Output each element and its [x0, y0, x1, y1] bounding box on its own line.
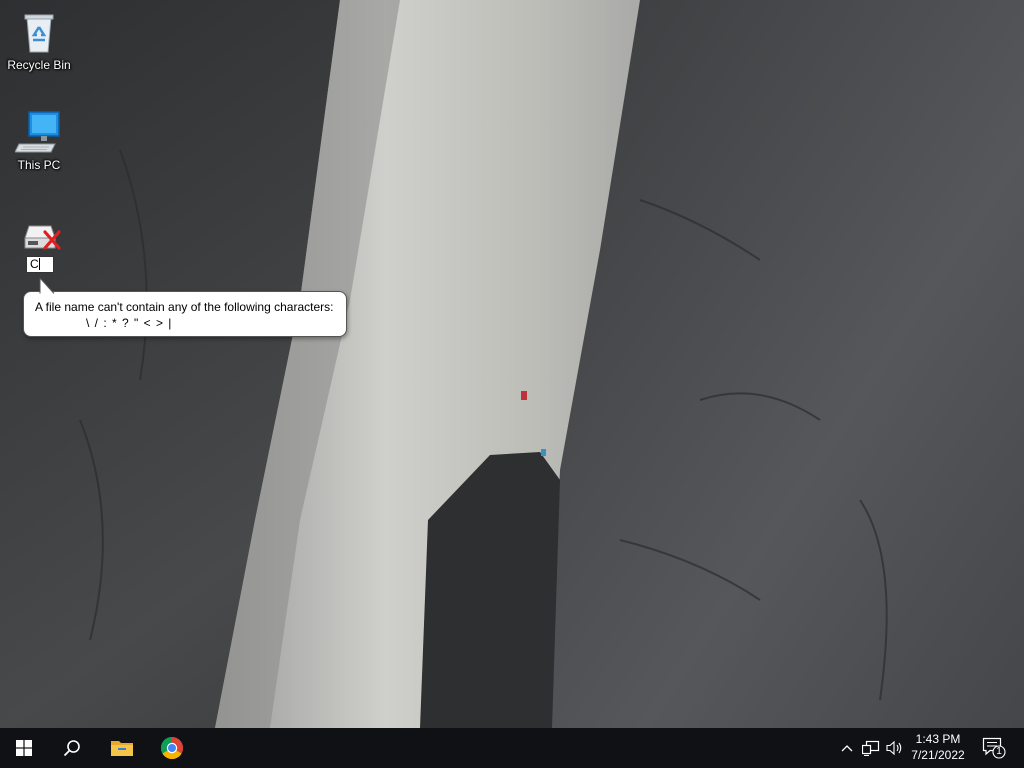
text-caret [38, 258, 40, 270]
desktop-icon-this-pc[interactable]: This PC [1, 108, 77, 172]
show-hidden-icons-button[interactable] [838, 728, 856, 768]
desktop-icon-recycle-bin[interactable]: Recycle Bin [1, 8, 77, 72]
desktop-icon-network-drive[interactable] [1, 216, 77, 256]
taskbar-file-explorer[interactable] [98, 728, 146, 768]
network-button[interactable] [860, 728, 882, 768]
invalid-filename-tooltip: A file name can't contain any of the fol… [23, 278, 347, 337]
search-button[interactable] [48, 728, 96, 768]
file-explorer-icon [111, 741, 133, 756]
recycle-bin-label: Recycle Bin [7, 58, 71, 72]
chevron-up-icon [841, 745, 853, 752]
taskbar-chrome[interactable] [148, 728, 196, 768]
chrome-icon [161, 737, 183, 759]
rename-input[interactable]: C [26, 256, 54, 273]
desktop-wallpaper [0, 0, 1024, 728]
windows-start-icon [16, 740, 32, 756]
clock-date: 7/21/2022 [911, 748, 965, 762]
rename-input-text: C [30, 257, 39, 271]
tooltip-message: A file name can't contain any of the fol… [35, 300, 334, 314]
taskbar: 1:43 PM 7/21/2022 1 [0, 728, 1024, 768]
network-icon [862, 740, 880, 756]
search-icon [63, 740, 80, 757]
tooltip-tail [39, 278, 55, 294]
action-center-button[interactable]: 1 [980, 728, 1008, 768]
this-pc-label: This PC [17, 158, 61, 172]
tooltip-invalid-characters: \ / : * ? " < > | [86, 316, 173, 330]
notification-count-badge: 1 [996, 746, 1002, 757]
recycle-bin-icon [15, 8, 63, 56]
computer-icon [14, 108, 63, 156]
start-button[interactable] [0, 728, 48, 768]
taskbar-clock[interactable]: 1:43 PM 7/21/2022 [898, 731, 978, 763]
clock-time: 1:43 PM [915, 732, 961, 746]
